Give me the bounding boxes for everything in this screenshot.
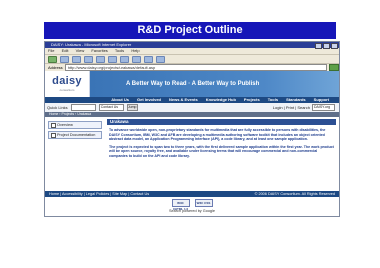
- content-heading: Urakawa: [107, 119, 336, 125]
- menu-file[interactable]: File: [48, 48, 54, 53]
- search-icon[interactable]: [108, 55, 117, 63]
- left-sidebar: Overview Project Documentation: [45, 117, 105, 191]
- menu-help[interactable]: Help: [131, 48, 139, 53]
- refresh-icon[interactable]: [84, 55, 93, 63]
- expand-icon: [51, 132, 56, 138]
- sidebar-item-overview[interactable]: Overview: [48, 121, 102, 129]
- sidebar-item-label: Project Documentation: [57, 133, 96, 137]
- menu-edit[interactable]: Edit: [62, 48, 69, 53]
- nav-get-involved[interactable]: Get Involved: [137, 97, 161, 103]
- search-powered-by: Search powered by Google: [168, 209, 215, 213]
- menu-view[interactable]: View: [76, 48, 85, 53]
- quick-links-label: Quick Links: [47, 105, 68, 110]
- quick-links-bar: Quick Links Contact Us Jump Login | Prin…: [45, 103, 339, 112]
- xhtml-badge[interactable]: W3C XHTML 1.0: [171, 199, 190, 211]
- print-icon[interactable]: [156, 55, 165, 63]
- content-paragraph-1: To advance worldwide open, non-proprieta…: [109, 128, 326, 142]
- browser-toolbar: [45, 54, 339, 63]
- footer-copyright: © 2006 DAISY Consortium. All Rights Rese…: [254, 192, 335, 196]
- go-button[interactable]: [329, 64, 339, 71]
- back-icon[interactable]: [48, 55, 57, 63]
- validation-badges: W3C XHTML 1.0 W3C CSS: [45, 197, 339, 211]
- minimize-button[interactable]: [315, 43, 322, 49]
- nav-standards[interactable]: Standards: [286, 97, 306, 103]
- window-title: DAISY: Urakawa - Microsoft Internet Expl…: [51, 42, 132, 47]
- content-panel: Urakawa To advance worldwide open, non-p…: [105, 117, 339, 191]
- sidebar-item-project-documentation[interactable]: Project Documentation: [48, 131, 102, 139]
- site-banner: A Better Way to Read · A Better Way to P…: [90, 71, 339, 97]
- address-field[interactable]: http://www.daisy.org/projects/urakawa/de…: [64, 64, 327, 71]
- site-header: daisy consortium A Better Way to Read · …: [45, 71, 339, 97]
- sidebar-item-label: Overview: [57, 123, 73, 127]
- favorites-icon[interactable]: [120, 55, 129, 63]
- nav-tools[interactable]: Tools: [268, 97, 278, 103]
- nav-news-events[interactable]: News & Events: [169, 97, 198, 103]
- jump-button[interactable]: Jump: [126, 104, 138, 111]
- site-search-input[interactable]: DAISY.org: [312, 104, 335, 111]
- address-label: Address: [48, 65, 63, 70]
- main-area: Overview Project Documentation Urakawa T…: [45, 117, 339, 191]
- browser-window: DAISY: Urakawa - Microsoft Internet Expl…: [44, 41, 340, 217]
- daisy-logo: daisy: [52, 75, 82, 87]
- nav-projects[interactable]: Projects: [244, 97, 260, 103]
- window-titlebar: DAISY: Urakawa - Microsoft Internet Expl…: [45, 42, 339, 49]
- quick-links-select[interactable]: [70, 104, 96, 111]
- forward-icon[interactable]: [60, 55, 69, 63]
- footer-links[interactable]: Home | Accessibility | Legal Policies | …: [49, 191, 149, 197]
- logo-subtitle: consortium: [59, 88, 75, 92]
- contact-select[interactable]: Contact Us: [98, 104, 124, 111]
- content-paragraph-2: The project is expected to span two to t…: [109, 144, 334, 158]
- menu-favorites[interactable]: Favorites: [91, 48, 107, 53]
- mail-icon[interactable]: [144, 55, 153, 63]
- nav-support[interactable]: Support: [314, 97, 329, 103]
- css-badge[interactable]: W3C CSS: [194, 199, 213, 207]
- login-print-search-links[interactable]: Login | Print | Search: [273, 105, 310, 110]
- stop-icon[interactable]: [72, 55, 81, 63]
- window-controls: [315, 43, 338, 49]
- nav-knowledge-hub[interactable]: Knowledge Hub: [206, 97, 236, 103]
- home-icon[interactable]: [96, 55, 105, 63]
- slide-title: R&D Project Outline: [44, 22, 336, 39]
- address-bar: Address http://www.daisy.org/projects/ur…: [45, 63, 339, 71]
- expand-icon: [51, 122, 56, 128]
- site-search-area: Login | Print | Search DAISY.org: [273, 104, 339, 111]
- logo-area[interactable]: daisy consortium: [45, 71, 90, 97]
- close-button[interactable]: [331, 43, 338, 49]
- menu-tools[interactable]: Tools: [115, 48, 124, 53]
- nav-about-us[interactable]: About Us: [111, 97, 129, 103]
- maximize-button[interactable]: [323, 43, 330, 49]
- history-icon[interactable]: [132, 55, 141, 63]
